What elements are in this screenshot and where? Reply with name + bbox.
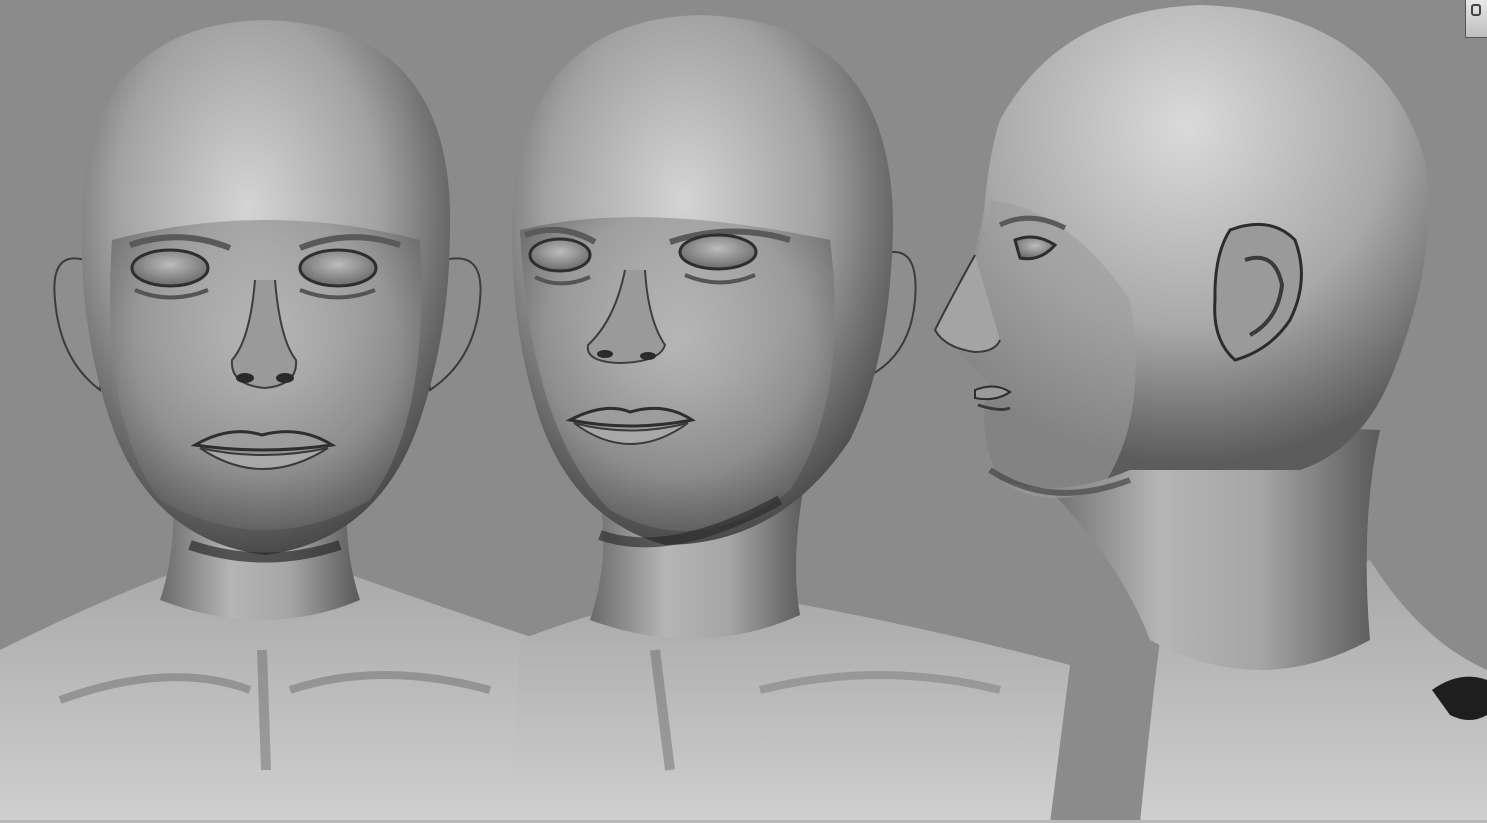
sculpt-viewport[interactable] (0, 0, 1487, 823)
front-view (0, 20, 540, 823)
viewport-gizmo[interactable] (1465, 0, 1487, 38)
viewport-gizmo-icon (1471, 4, 1481, 16)
sculpt-render (0, 5, 1487, 823)
